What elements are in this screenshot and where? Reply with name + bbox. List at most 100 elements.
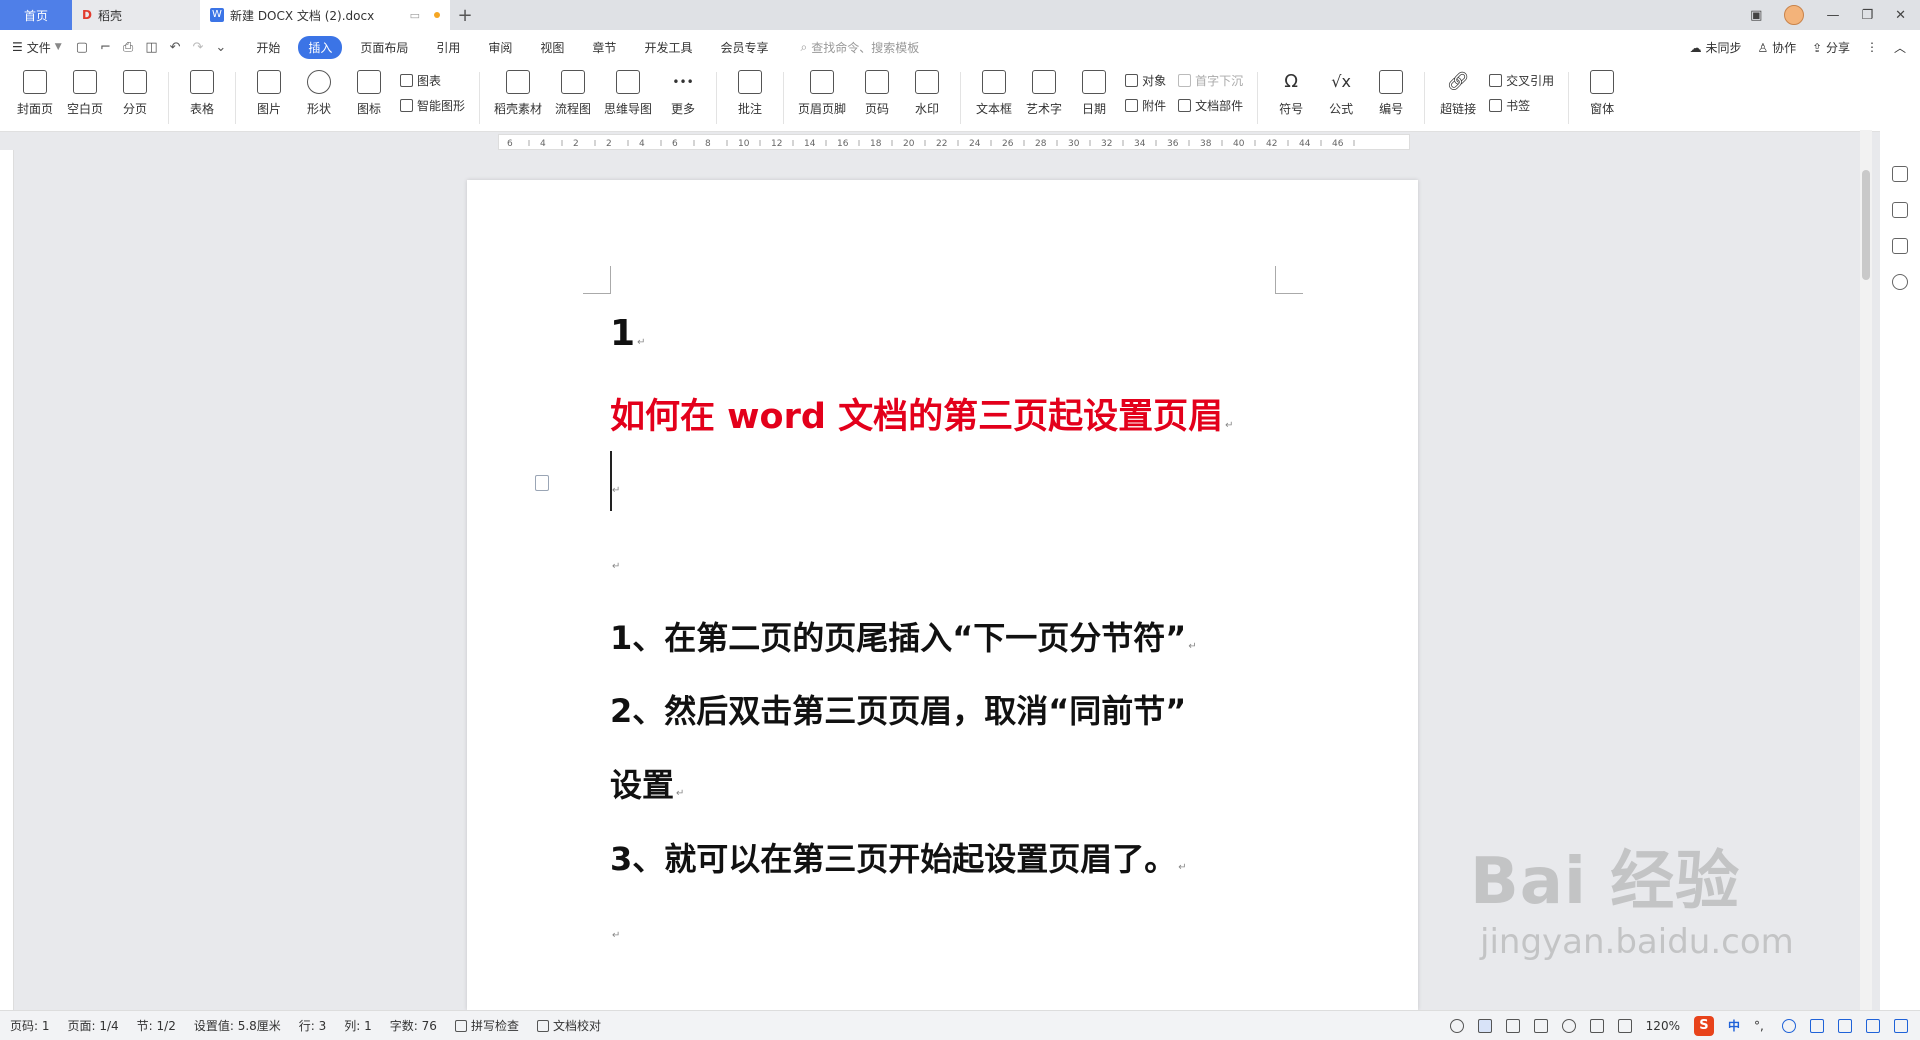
status-row[interactable]: 行: 3	[299, 1017, 327, 1034]
object-button[interactable]: 对象	[1125, 72, 1166, 89]
date-button[interactable]: 日期	[1075, 70, 1113, 117]
window-form-button[interactable]: 窗体	[1583, 70, 1621, 117]
smartart-button[interactable]: 智能图形	[400, 97, 465, 114]
collab-button[interactable]: ♙ 协作	[1757, 39, 1796, 56]
status-section[interactable]: 节: 1/2	[137, 1017, 176, 1034]
web-view-icon[interactable]	[1561, 1018, 1576, 1033]
cursor-select-icon[interactable]	[1892, 202, 1908, 218]
sync-button[interactable]: ☁ 未同步	[1690, 39, 1742, 56]
status-col[interactable]: 列: 1	[344, 1017, 372, 1034]
redo-icon[interactable]: ↷	[193, 40, 204, 55]
share-button[interactable]: ⇪ 分享	[1812, 39, 1850, 56]
menu-item-1[interactable]: 插入	[298, 35, 343, 59]
vertical-ruler[interactable]	[0, 150, 14, 1010]
help-icon[interactable]	[1892, 274, 1908, 290]
wordart-button[interactable]: 艺术字	[1025, 70, 1063, 117]
eye-protect-icon[interactable]	[1449, 1018, 1464, 1033]
more-button[interactable]: ••• 更多	[664, 70, 702, 117]
page-break-button[interactable]: 分页	[116, 70, 154, 117]
tab-home[interactable]: 首页	[0, 0, 72, 30]
punctuation-icon[interactable]: °,	[1754, 1019, 1768, 1033]
shape-button[interactable]: 形状	[300, 70, 338, 117]
blank-page-button[interactable]: 空白页	[66, 70, 104, 117]
microphone-icon[interactable]	[1810, 1018, 1824, 1033]
edit-pen-icon[interactable]	[1892, 166, 1908, 182]
doc-step-3[interactable]: 3、就可以在第三页开始起设置页眉了。 ↵	[610, 834, 1187, 880]
print-icon[interactable]: ⎙	[123, 40, 133, 55]
tools-grid-icon[interactable]	[1894, 1018, 1908, 1033]
dropcap-button[interactable]: 首字下沉	[1178, 72, 1243, 89]
menu-item-6[interactable]: 章节	[582, 36, 626, 59]
page-number-button[interactable]: 页码	[858, 70, 896, 117]
doc-title[interactable]: 如何在 word 文档的第三页起设置页眉 ↵	[610, 388, 1233, 439]
cover-page-button[interactable]: 封面页	[16, 70, 54, 117]
page-view-icon[interactable]	[1477, 1018, 1492, 1033]
textbox-button[interactable]: 文本框	[975, 70, 1013, 117]
status-wordcount[interactable]: 字数: 76	[390, 1017, 437, 1034]
doc-step-2[interactable]: 2、然后双击第三页页眉，取消“同前节”	[610, 686, 1186, 732]
print-preview-icon[interactable]: ◫	[145, 40, 157, 55]
vertical-scrollbar[interactable]	[1860, 130, 1872, 1010]
status-setting[interactable]: 设置值: 5.8厘米	[194, 1017, 281, 1034]
icon-button[interactable]: 图标	[350, 70, 388, 117]
material-button[interactable]: 稻壳素材	[494, 70, 542, 117]
docparts-button[interactable]: 文档部件	[1178, 97, 1243, 114]
table-button[interactable]: 表格	[183, 70, 221, 117]
tab-document[interactable]: W 新建 DOCX 文档 (2).docx ▭	[200, 0, 450, 30]
close-icon[interactable]: ✕	[1895, 8, 1906, 23]
file-menu[interactable]: ☰ 文件 ▼	[12, 39, 62, 56]
settings-sliders-icon[interactable]	[1892, 238, 1908, 254]
bookmark-button[interactable]: 书签	[1489, 97, 1554, 114]
menu-item-4[interactable]: 审阅	[478, 36, 522, 59]
symbol-button[interactable]: Ω 符号	[1272, 70, 1310, 117]
crossref-button[interactable]: 交叉引用	[1489, 72, 1554, 89]
keyboard-icon[interactable]	[1838, 1018, 1852, 1033]
horizontal-ruler[interactable]: 6 4 2 2 4 6 8 10 12 14 16 18 20 22 24 26 28 30 32 34 36 38 40 4…	[498, 134, 1410, 150]
spellcheck-toggle[interactable]: 拼写检查	[454, 1017, 519, 1034]
outline-view-icon[interactable]	[1505, 1018, 1520, 1033]
tab-daoke[interactable]: D 稻壳	[72, 0, 200, 30]
menu-item-0[interactable]: 开始	[246, 36, 290, 59]
watermark-button[interactable]: 水印	[908, 70, 946, 117]
scrollbar-thumb[interactable]	[1862, 170, 1870, 280]
fit-page-icon[interactable]	[1617, 1018, 1632, 1033]
status-page-code[interactable]: 页码: 1	[10, 1017, 50, 1034]
ime-mode[interactable]: 中	[1728, 1017, 1740, 1034]
menu-item-3[interactable]: 引用	[426, 36, 470, 59]
sogou-ime-icon[interactable]: S	[1693, 1015, 1714, 1036]
mindmap-button[interactable]: 思维导图	[604, 70, 652, 117]
format-painter-icon[interactable]: ⌐	[100, 40, 111, 55]
emoji-icon[interactable]	[1782, 1018, 1796, 1033]
restore-icon[interactable]: ❐	[1861, 8, 1873, 23]
doc-step-1[interactable]: 1、在第二页的页尾插入“下一页分节符” ↵	[610, 613, 1197, 659]
menu-item-2[interactable]: 页面布局	[350, 36, 418, 59]
menu-item-5[interactable]: 视图	[530, 36, 574, 59]
menu-item-7[interactable]: 开发工具	[634, 36, 702, 59]
layout-icon[interactable]: ▣	[1750, 8, 1762, 23]
write-mode-icon[interactable]	[1589, 1018, 1604, 1033]
zoom-level[interactable]: 120%	[1646, 1019, 1680, 1033]
minimize-icon[interactable]: —	[1826, 8, 1839, 23]
customize-icon[interactable]: ⌄	[215, 40, 226, 55]
document-page[interactable]: 1 ↵ 如何在 word 文档的第三页起设置页眉 ↵ ↵ ↵ 1、在第二页的页尾插入…	[467, 180, 1418, 1010]
header-footer-button[interactable]: 页眉页脚	[798, 70, 846, 117]
hyperlink-button[interactable]: 🔗︎ 超链接	[1439, 70, 1477, 117]
flowchart-button[interactable]: 流程图	[554, 70, 592, 117]
doc-line-number[interactable]: 1 ↵	[610, 313, 645, 354]
document-margin-icon[interactable]	[535, 475, 549, 491]
proofread-toggle[interactable]: 文档校对	[536, 1017, 601, 1034]
menu-item-8[interactable]: 会员专享	[710, 36, 778, 59]
picture-button[interactable]: 图片	[250, 70, 288, 117]
numbering-button[interactable]: 编号	[1372, 70, 1410, 117]
avatar[interactable]	[1784, 5, 1805, 25]
attachment-button[interactable]: 附件	[1125, 97, 1166, 114]
status-page[interactable]: 页面: 1/4	[68, 1017, 119, 1034]
command-search[interactable]: ⌕ 查找命令、搜索模板	[800, 39, 919, 56]
save-icon[interactable]: ▢	[76, 40, 88, 55]
collapse-ribbon-icon[interactable]: ︿	[1894, 39, 1906, 56]
more-icon[interactable]: ⋮	[1866, 40, 1878, 54]
formula-button[interactable]: √x 公式	[1322, 70, 1360, 117]
chart-button[interactable]: 图表	[400, 72, 465, 89]
tab-monitor-icon[interactable]: ▭	[410, 9, 420, 22]
undo-icon[interactable]: ↶	[170, 40, 181, 55]
